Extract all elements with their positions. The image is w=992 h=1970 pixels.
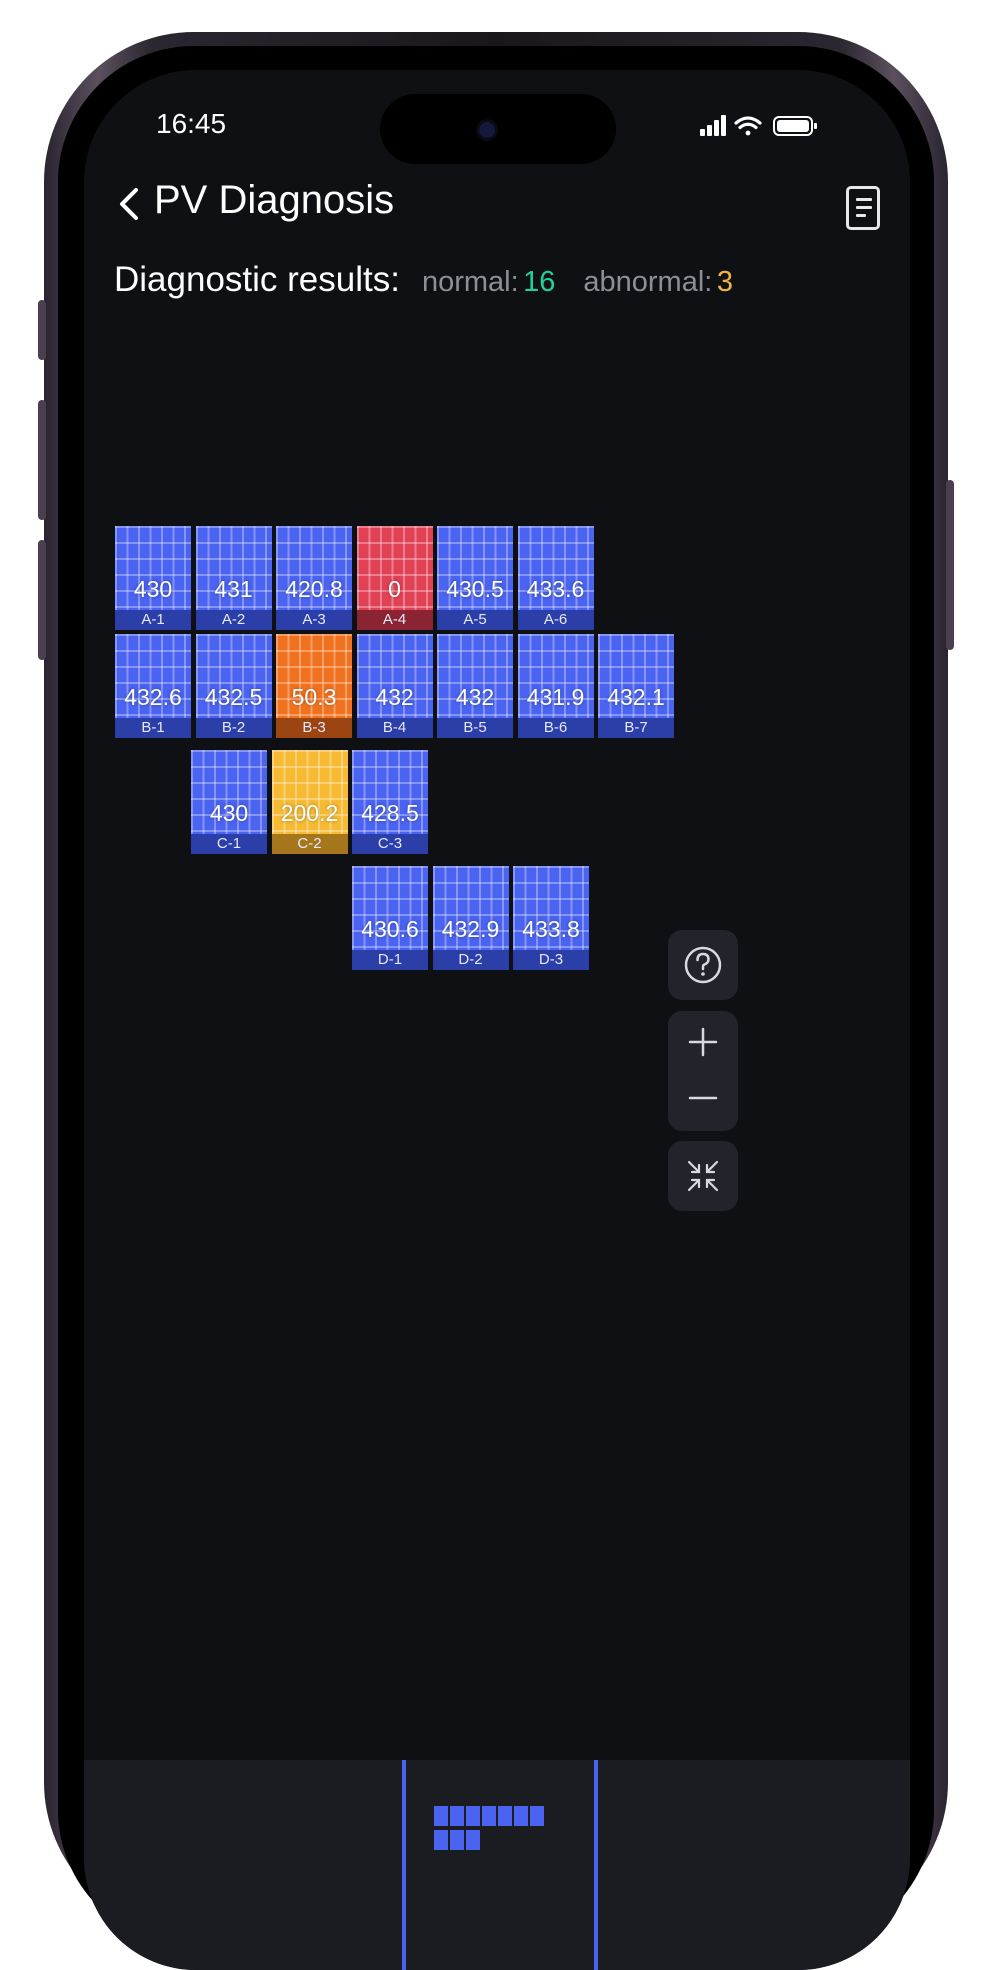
panel-id-label: A-4 bbox=[356, 610, 433, 630]
panel-value: 432.5 bbox=[204, 684, 263, 710]
status-icons bbox=[700, 115, 817, 136]
pv-panel-b-3[interactable]: 50.3 B-3 bbox=[276, 634, 352, 738]
panel-value: 432 bbox=[455, 684, 495, 710]
panel-value: 430.6 bbox=[361, 916, 419, 942]
panel-id-label: D-1 bbox=[352, 950, 428, 970]
cellular-signal-icon bbox=[700, 115, 726, 136]
normal-count: 16 bbox=[523, 266, 556, 298]
pv-panel-a-3[interactable]: 420.8 A-3 bbox=[276, 526, 352, 630]
panel-id-label: D-2 bbox=[432, 950, 509, 970]
panel-id-label: B-5 bbox=[437, 718, 513, 738]
panel-value: 433.6 bbox=[526, 576, 585, 602]
panel-value: 430 bbox=[209, 800, 249, 826]
panel-id-label: C-3 bbox=[352, 834, 428, 854]
pv-panel-a-4[interactable]: 0 A-4 bbox=[356, 526, 433, 630]
panel-value: 432.9 bbox=[441, 916, 500, 942]
panel-value: 420.8 bbox=[285, 576, 343, 602]
pv-panel-d-3[interactable]: 433.8 D-3 bbox=[513, 866, 589, 970]
app-screen: 16:45 PV Diagnosis Diagnostic results: no… bbox=[84, 70, 910, 1970]
report-document-icon[interactable] bbox=[846, 186, 880, 230]
pv-panel-c-3[interactable]: 428.5 C-3 bbox=[352, 750, 428, 854]
pv-panel-c-1[interactable]: 430 C-1 bbox=[191, 750, 267, 854]
panel-id-label: B-7 bbox=[598, 718, 674, 738]
status-time: 16:45 bbox=[156, 108, 227, 139]
abnormal-label: abnormal: bbox=[583, 266, 713, 298]
pv-panel-b-6[interactable]: 431.9 B-6 bbox=[517, 634, 594, 738]
power-button bbox=[946, 480, 954, 650]
help-circle-icon bbox=[684, 946, 722, 984]
help-button[interactable] bbox=[668, 930, 738, 1000]
pv-panel-d-1[interactable]: 430.6 D-1 bbox=[352, 866, 428, 970]
panel-value: 432.1 bbox=[607, 684, 665, 710]
panel-value: 50.3 bbox=[291, 684, 337, 710]
pv-panel-a-2[interactable]: 431 A-2 bbox=[195, 526, 272, 630]
panel-id-label: A-2 bbox=[195, 610, 272, 630]
volume-up-button bbox=[38, 400, 46, 520]
panel-id-label: B-2 bbox=[195, 718, 272, 738]
panel-id-label: A-3 bbox=[276, 610, 352, 630]
panel-value: 200.2 bbox=[280, 800, 339, 826]
panel-value: 428.5 bbox=[361, 800, 419, 826]
panel-value: 432 bbox=[375, 684, 414, 710]
back-chevron-icon[interactable] bbox=[114, 182, 144, 226]
panel-id-label: B-6 bbox=[517, 718, 594, 738]
dynamic-island bbox=[380, 94, 616, 164]
action-button bbox=[38, 300, 46, 360]
panel-value: 432.6 bbox=[124, 684, 182, 710]
panel-id-label: B-3 bbox=[276, 718, 352, 738]
panel-id-label: A-6 bbox=[517, 610, 594, 630]
pv-panel-a-5[interactable]: 430.5 A-5 bbox=[437, 526, 513, 630]
panel-value: 430.5 bbox=[446, 576, 504, 602]
panel-value: 0 bbox=[388, 576, 401, 602]
pv-panel-b-7[interactable]: 432.1 B-7 bbox=[598, 634, 674, 738]
zoom-controls bbox=[668, 1011, 738, 1131]
minus-icon[interactable] bbox=[668, 1069, 738, 1129]
panel-id-label: B-1 bbox=[115, 718, 191, 738]
panel-value: 433.8 bbox=[522, 916, 580, 942]
pv-panel-d-2[interactable]: 432.9 D-2 bbox=[432, 866, 509, 970]
collapse-arrows-icon bbox=[687, 1160, 719, 1192]
wifi-icon bbox=[734, 116, 762, 136]
diagnostic-summary: Diagnostic results: normal: 16 abnormal: 3 bbox=[114, 260, 733, 300]
page-title: PV Diagnosis bbox=[154, 178, 395, 222]
volume-down-button bbox=[38, 540, 46, 660]
panel-value: 430 bbox=[133, 576, 173, 602]
panel-id-label: C-2 bbox=[271, 834, 348, 854]
diagnostic-results-label: Diagnostic results bbox=[114, 260, 391, 299]
plus-icon[interactable] bbox=[668, 1011, 738, 1071]
normal-label: normal: bbox=[421, 266, 519, 298]
bottom-navigation bbox=[84, 1760, 910, 1970]
pv-panel-a-6[interactable]: 433.6 A-6 bbox=[517, 526, 594, 630]
pv-panel-a-1[interactable]: 430 A-1 bbox=[115, 526, 191, 630]
pv-panel-c-2[interactable]: 200.2 C-2 bbox=[271, 750, 348, 854]
panel-value: 431.9 bbox=[526, 684, 585, 710]
panel-id-label: C-1 bbox=[191, 834, 267, 854]
pv-panel-b-4[interactable]: 432 B-4 bbox=[356, 634, 433, 738]
diagnostic-results-colon: : bbox=[390, 260, 400, 299]
abnormal-count: 3 bbox=[716, 266, 733, 298]
pv-panel-b-5[interactable]: 432 B-5 bbox=[437, 634, 513, 738]
panel-id-label: D-3 bbox=[513, 950, 589, 970]
panel-value: 431 bbox=[214, 576, 253, 602]
panel-id-label: B-4 bbox=[356, 718, 433, 738]
battery-icon bbox=[773, 116, 817, 136]
camera-icon bbox=[479, 122, 495, 138]
pv-panel-b-1[interactable]: 432.6 B-1 bbox=[115, 634, 191, 738]
panel-id-label: A-5 bbox=[437, 610, 513, 630]
pv-panel-b-2[interactable]: 432.5 B-2 bbox=[195, 634, 272, 738]
fit-view-button[interactable] bbox=[668, 1141, 738, 1211]
panel-id-label: A-1 bbox=[115, 610, 191, 630]
panel-layout-tab[interactable] bbox=[402, 1760, 598, 1970]
